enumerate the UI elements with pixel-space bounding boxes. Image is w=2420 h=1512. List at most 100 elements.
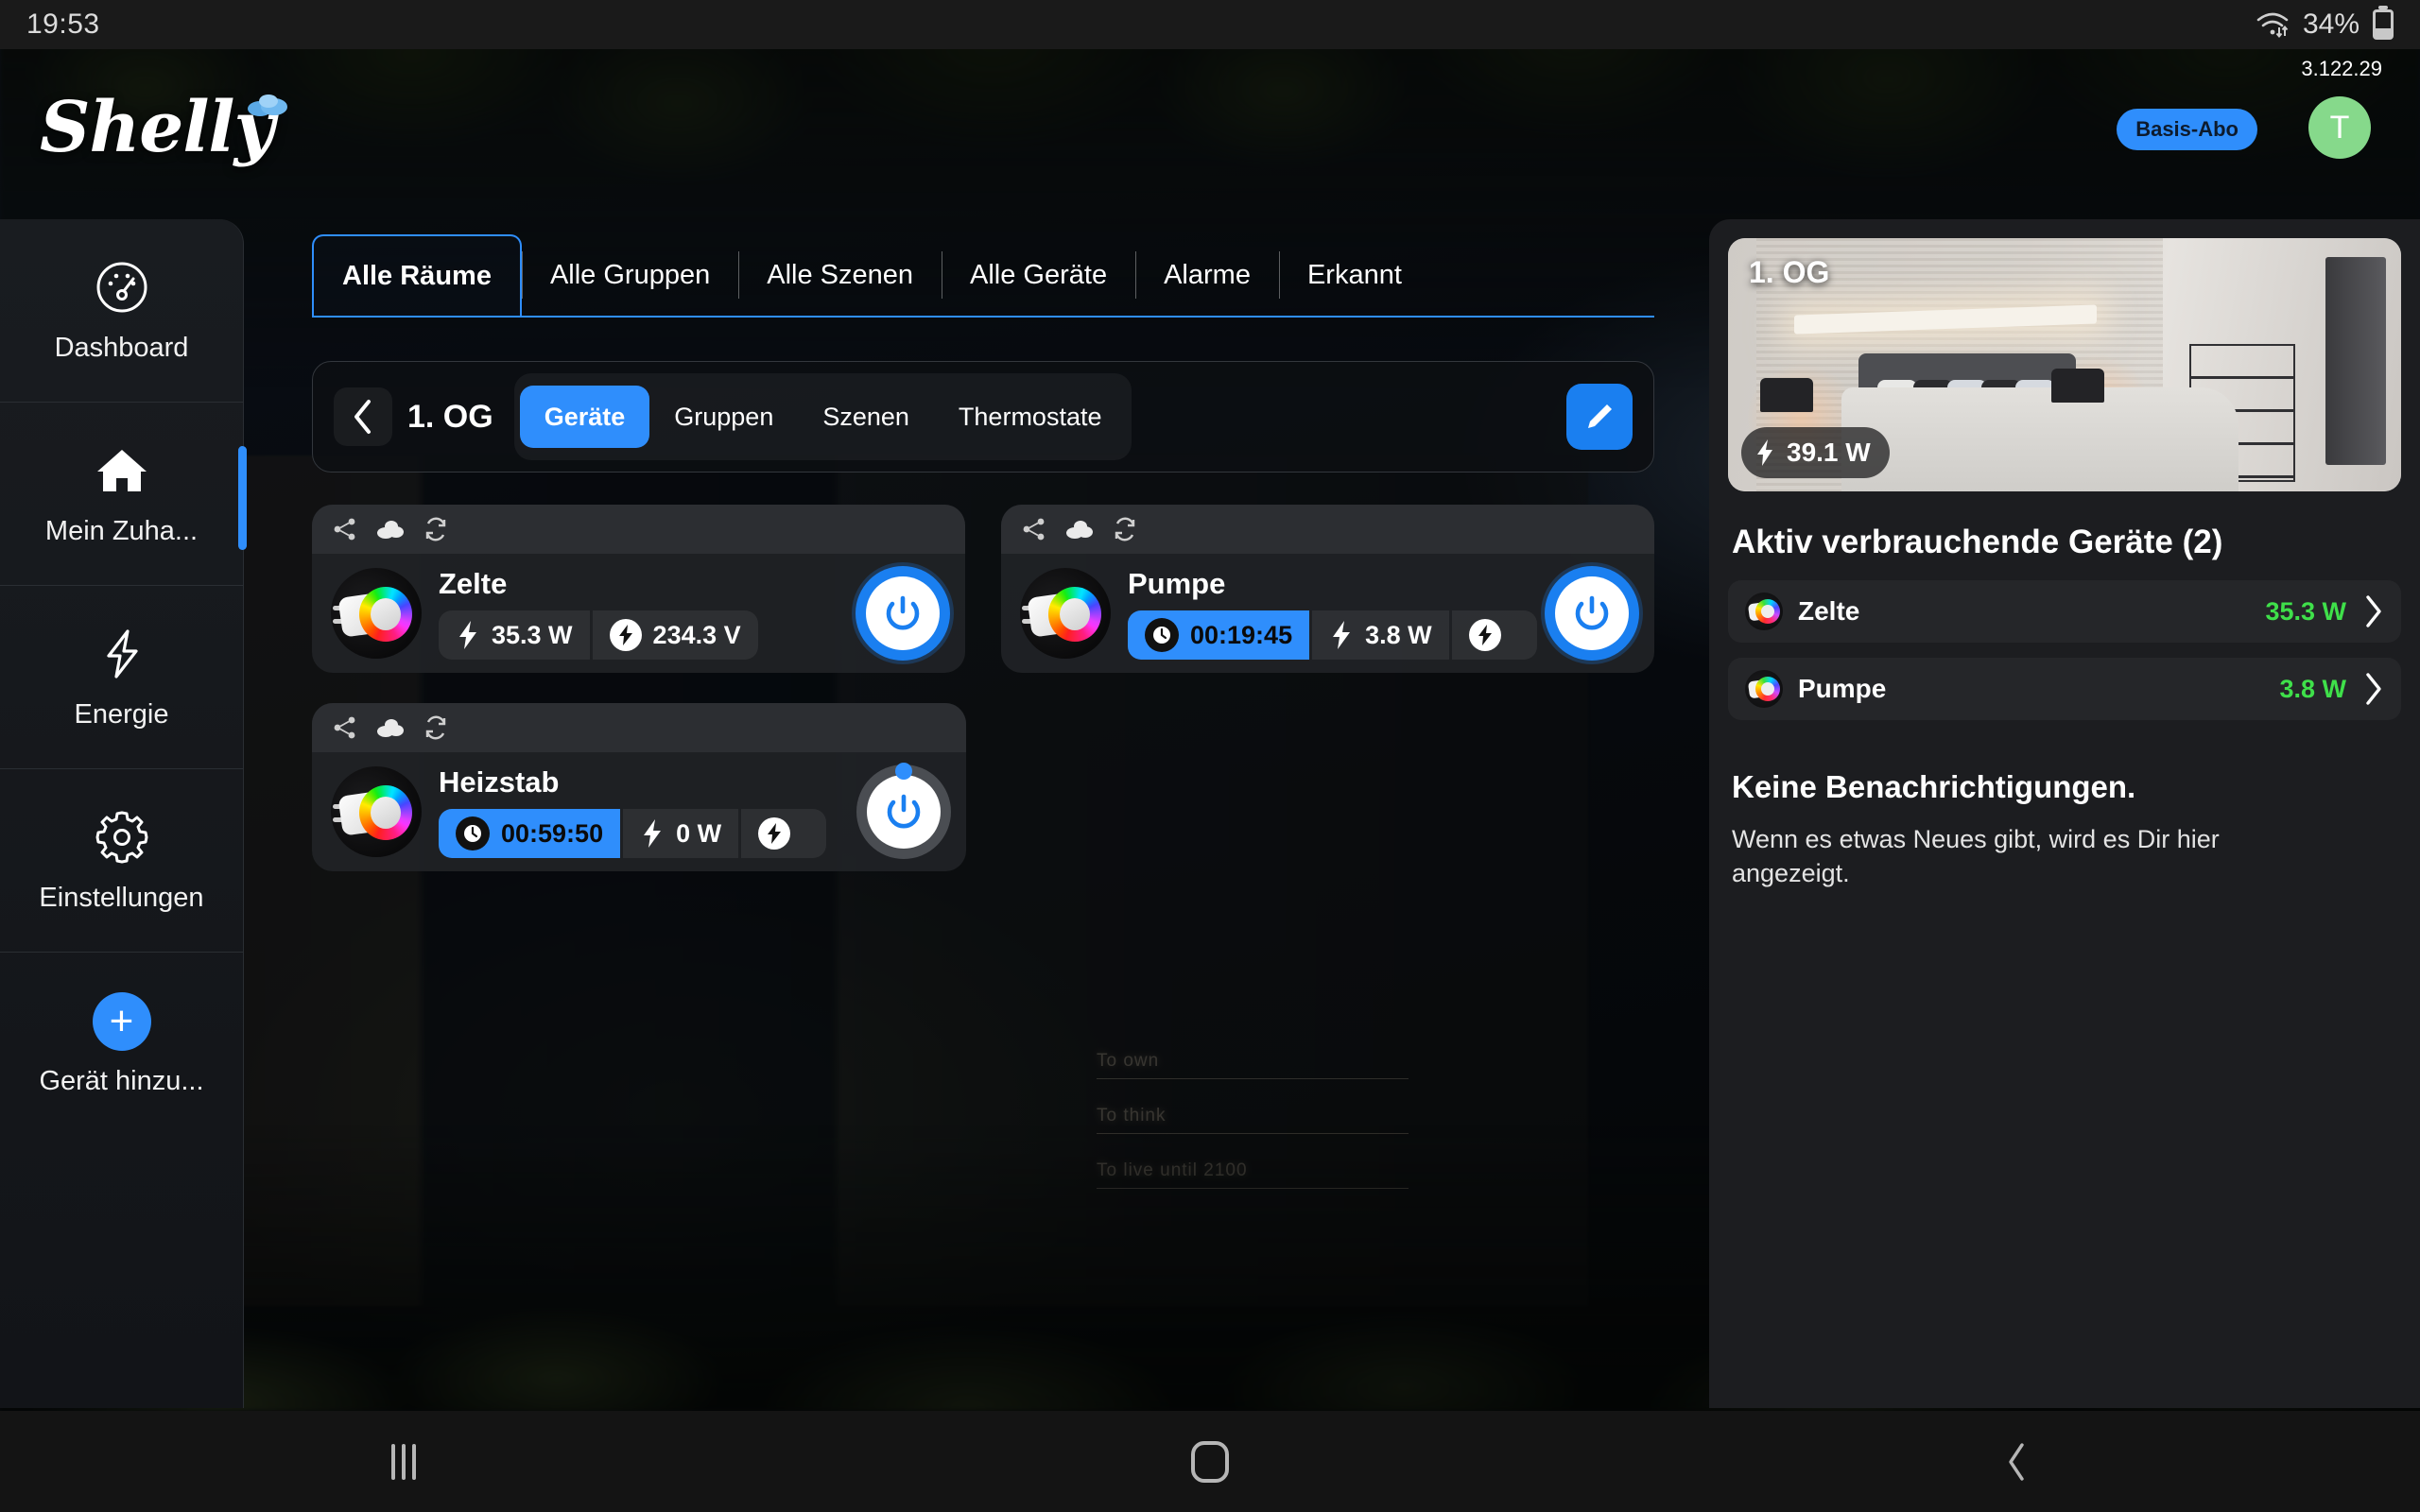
cloud-icon[interactable]: [376, 519, 405, 540]
device-image: [331, 766, 422, 857]
chevron-right-icon: [2366, 595, 2381, 627]
segment-szenen[interactable]: Szenen: [798, 386, 934, 448]
chevron-left-icon: [2009, 1442, 2025, 1481]
sidebar-item-mein-zuhause[interactable]: Mein Zuha...: [0, 403, 247, 586]
refresh-icon[interactable]: [424, 517, 448, 541]
share-icon[interactable]: [333, 715, 357, 740]
power-chip: 35.3 W: [439, 610, 590, 660]
chevron-right-icon: [2366, 673, 2381, 705]
device-image: [331, 568, 422, 659]
main-content: Alle Räume Alle Gruppen Alle Szenen Alle…: [244, 49, 1719, 1411]
power-icon: [867, 775, 941, 849]
power-toggle-button[interactable]: [856, 763, 951, 859]
device-watt: 3.8 W: [2279, 674, 2346, 703]
room-preview-card[interactable]: 1. OG 39.1 W: [1728, 238, 2401, 491]
sidebar-item-label: Gerät hinzu...: [39, 1065, 204, 1096]
nav-home-button[interactable]: [806, 1440, 1613, 1483]
sidebar-item-add-device[interactable]: + Gerät hinzu...: [0, 953, 243, 1136]
tab-alle-raeume[interactable]: Alle Räume: [312, 234, 522, 316]
room-toolbar: 1. OG Geräte Gruppen Szenen Thermostate: [312, 361, 1654, 472]
sidebar: Dashboard Mein Zuha... Energie Einstellu…: [0, 219, 247, 1408]
app-version-label: 3.122.29: [2301, 57, 2382, 80]
pencil-icon: [1588, 404, 1612, 428]
device-card-pumpe[interactable]: Pumpe 00:19:45 3.8 W: [1001, 505, 1654, 673]
sidebar-item-einstellungen[interactable]: Einstellungen: [0, 769, 243, 953]
cloud-icon[interactable]: [376, 717, 405, 738]
device-card-icons: [312, 505, 965, 554]
room-name-label: 1. OG: [407, 398, 493, 435]
sidebar-item-energie[interactable]: Energie: [0, 586, 243, 769]
device-card-body: Pumpe 00:19:45 3.8 W: [1001, 554, 1654, 673]
room-back-button[interactable]: [334, 387, 392, 446]
shelly-logo[interactable]: Shelly: [40, 87, 287, 168]
list-item[interactable]: Pumpe 3.8 W: [1728, 658, 2401, 720]
list-item[interactable]: Zelte 35.3 W: [1728, 580, 2401, 643]
cloud-icon: [247, 94, 287, 116]
android-nav-bar: [0, 1411, 2420, 1512]
segment-geraete[interactable]: Geräte: [519, 386, 650, 448]
device-card-heizstab[interactable]: Heizstab 00:59:50 0 W: [312, 703, 966, 871]
voltage-value: 234.3 V: [652, 620, 741, 649]
tab-alarme[interactable]: Alarme: [1135, 234, 1279, 316]
tab-alle-gruppen[interactable]: Alle Gruppen: [521, 234, 738, 316]
room-power-badge: 39.1 W: [1741, 427, 1890, 478]
clock-icon: [1145, 618, 1179, 652]
device-card-row: Heizstab 00:59:50 0 W: [312, 703, 1654, 871]
top-tab-bar: Alle Räume Alle Gruppen Alle Szenen Alle…: [312, 234, 1654, 318]
tab-alle-geraete[interactable]: Alle Geräte: [942, 234, 1135, 316]
status-bar: 19:53 34%: [0, 0, 2420, 49]
device-image: [1020, 568, 1111, 659]
shelly-logo-text: Shelly: [40, 87, 275, 168]
sidebar-item-label: Energie: [74, 699, 169, 730]
voltage-chip: [741, 809, 827, 858]
lightning-icon: [459, 621, 476, 649]
voltage-chip: [1451, 610, 1537, 660]
sidebar-item-dashboard[interactable]: Dashboard: [0, 219, 243, 403]
device-mini-icon: [1745, 593, 1783, 630]
device-card-body: Heizstab 00:59:50 0 W: [312, 752, 966, 871]
lightning-icon: [106, 629, 138, 679]
active-devices-title: Aktiv verbrauchende Geräte (2): [1732, 524, 2223, 560]
lightning-circle-icon: [1468, 619, 1501, 651]
power-toggle-button[interactable]: [1545, 566, 1639, 661]
power-chip: 3.8 W: [1312, 610, 1449, 660]
subscription-badge[interactable]: Basis-Abo: [2117, 109, 2257, 150]
edit-room-button[interactable]: [1566, 384, 1633, 450]
room-preview-label: 1. OG: [1749, 255, 1830, 289]
notifications-title: Keine Benachrichtigungen.: [1732, 769, 2136, 804]
nav-back-button[interactable]: [1614, 1441, 2420, 1483]
refresh-icon[interactable]: [424, 715, 448, 740]
status-dot-icon: [895, 763, 912, 780]
lightning-circle-icon: [609, 619, 642, 651]
share-icon[interactable]: [1022, 517, 1046, 541]
home-icon: [96, 450, 147, 491]
power-toggle-button[interactable]: [856, 566, 950, 661]
chevron-left-icon: [354, 400, 371, 434]
nav-recents-button[interactable]: [0, 1443, 806, 1480]
tab-alle-szenen[interactable]: Alle Szenen: [738, 234, 942, 316]
segment-thermostate[interactable]: Thermostate: [934, 386, 1127, 448]
sidebar-item-label: Einstellungen: [39, 883, 204, 913]
power-value: 3.8 W: [1365, 620, 1432, 649]
device-watt: 35.3 W: [2265, 596, 2346, 626]
lightning-icon: [1333, 621, 1351, 649]
tab-erkannt[interactable]: Erkannt: [1278, 234, 1430, 316]
device-card-zelte[interactable]: Zelte 35.3 W 234.3 V: [312, 505, 965, 673]
refresh-icon[interactable]: [1113, 517, 1137, 541]
status-bar-indicators: 34%: [2256, 9, 2394, 41]
timer-chip: 00:59:50: [439, 809, 621, 858]
power-chip: 0 W: [623, 809, 739, 858]
avatar[interactable]: T: [2308, 96, 2371, 159]
recents-icon: [390, 1443, 416, 1480]
power-value: 35.3 W: [492, 620, 573, 649]
sidebar-active-indicator: [238, 446, 247, 550]
dashboard-gauge-icon: [96, 262, 147, 313]
battery-percent-label: 34%: [2302, 9, 2360, 40]
plus-icon: +: [92, 991, 151, 1051]
segment-gruppen[interactable]: Gruppen: [649, 386, 798, 448]
lightning-icon: [644, 819, 662, 848]
cloud-icon[interactable]: [1065, 519, 1094, 540]
share-icon[interactable]: [333, 517, 357, 541]
notifications-body: Wenn es etwas Neues gibt, wird es Dir hi…: [1732, 825, 2220, 888]
sidebar-item-label: Mein Zuha...: [44, 516, 199, 546]
